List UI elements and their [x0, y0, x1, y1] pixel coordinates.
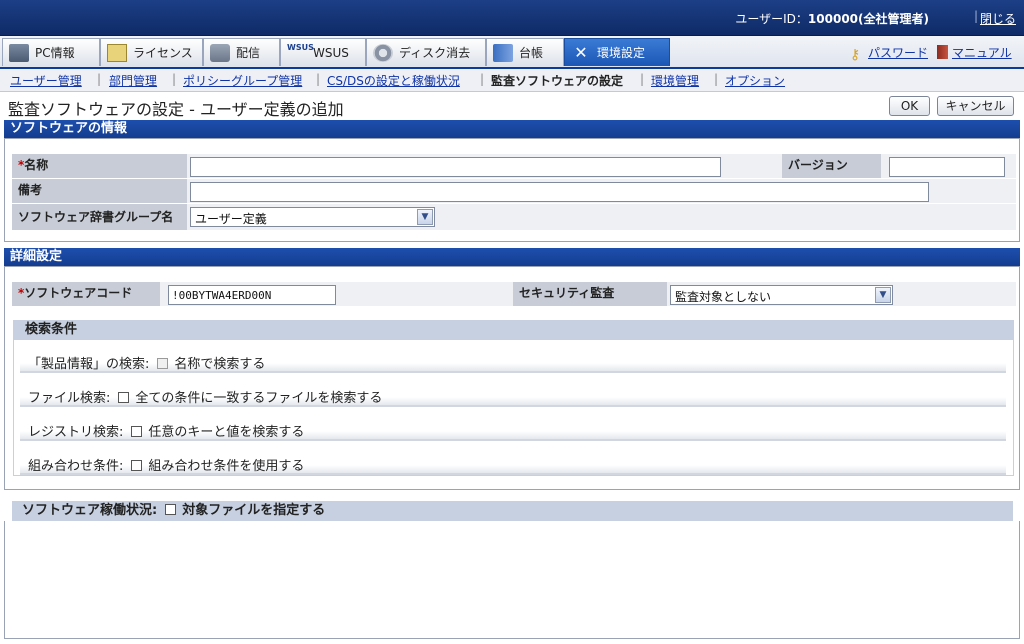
software-code-label: *ソフトウェアコード: [12, 282, 160, 306]
tools-icon: ✕: [574, 42, 588, 62]
file-search-row: ファイル検索: 全ての条件に一致するファイルを検索する: [20, 385, 1006, 407]
tab-label: 環境設定: [597, 46, 646, 60]
tab-label: ライセンス: [133, 46, 193, 60]
version-label: バージョン: [782, 154, 881, 178]
subnav-divider: |: [480, 72, 485, 86]
tab-license[interactable]: ライセンス: [100, 38, 203, 66]
software-code-label-text: ソフトウェアコード: [24, 286, 133, 300]
search-conditions-heading: 検索条件: [13, 320, 1014, 340]
software-info-panel: *名称 バージョン 備考 ソフトウェア辞書グループ名 ユーザー定義 ▼: [4, 138, 1020, 242]
title-row: 監査ソフトウェアの設定 - ユーザー定義の追加 OK キャンセル: [0, 92, 1024, 119]
subnav-divider: |: [316, 72, 321, 86]
manual-link-label: マニュアル: [952, 46, 1012, 60]
software-operation-row: ソフトウェア稼働状況: 対象ファイルを指定する: [12, 501, 1013, 521]
ledger-icon: [493, 43, 513, 62]
tab-label: ディスク消去: [399, 46, 471, 60]
chevron-down-icon: ▼: [417, 209, 433, 225]
product-info-search-label: 「製品情報」の検索:: [28, 357, 150, 372]
security-audit-label: セキュリティ監査: [513, 282, 667, 306]
subnav-policy-group-management[interactable]: ポリシーグループ管理: [183, 72, 302, 89]
wsus-icon: WSUS: [287, 42, 314, 52]
tab-pc-info[interactable]: PC情報: [2, 38, 100, 66]
manual-link[interactable]: マニュアル: [937, 44, 1012, 61]
security-audit-select[interactable]: 監査対象としない ▼: [670, 285, 893, 305]
version-input[interactable]: [889, 157, 1005, 177]
tab-disk-erase[interactable]: ディスク消去: [366, 38, 486, 66]
password-link[interactable]: ⚷ パスワード: [850, 44, 929, 63]
cancel-button[interactable]: キャンセル: [937, 96, 1014, 116]
subnav-options[interactable]: オプション: [725, 72, 785, 89]
key-icon: ⚷: [850, 47, 861, 63]
distribution-icon: [210, 43, 230, 62]
tab-wsus[interactable]: WSUS WSUS: [280, 38, 366, 66]
product-info-search-row: 「製品情報」の検索: 名称で検索する: [20, 351, 1006, 373]
tab-label: WSUS: [313, 45, 349, 60]
subnav-cs-ds-settings[interactable]: CS/DSの設定と稼働状況: [327, 72, 460, 89]
tab-label: PC情報: [35, 46, 75, 60]
subnav-user-management[interactable]: ユーザー管理: [10, 72, 82, 89]
security-audit-value: 監査対象としない: [675, 290, 772, 304]
content-bottom-area: [4, 521, 1020, 639]
registry-search-row: レジストリ検索: 任意のキーと値を検索する: [20, 419, 1006, 441]
dictionary-group-label: ソフトウェア辞書グループ名: [12, 204, 187, 230]
user-id-value: 100000(全社管理者): [807, 12, 929, 26]
tab-distribution[interactable]: 配信: [203, 38, 280, 66]
software-code-input[interactable]: [168, 285, 336, 305]
chevron-down-icon: ▼: [875, 287, 891, 303]
remarks-input[interactable]: [190, 182, 929, 202]
combination-condition-checkbox[interactable]: [131, 460, 143, 471]
ok-button[interactable]: OK: [889, 96, 930, 116]
manual-icon: [937, 45, 948, 59]
subnav-divider: |: [640, 72, 645, 86]
software-operation-checkbox[interactable]: [165, 504, 177, 515]
file-search-option: 全ての条件に一致するファイルを検索する: [135, 391, 383, 406]
page-title: 監査ソフトウェアの設定 - ユーザー定義の追加: [8, 100, 344, 119]
registry-search-checkbox[interactable]: [131, 426, 143, 437]
disk-erase-icon: [373, 43, 393, 62]
combination-condition-row: 組み合わせ条件: 組み合わせ条件を使用する: [20, 453, 1006, 475]
file-search-label: ファイル検索:: [28, 391, 111, 406]
main-tab-bar: PC情報 ライセンス 配信 WSUS WSUS ディスク消去 台帳 ✕ 環境設定…: [0, 36, 1024, 69]
header-separator: |: [973, 9, 978, 23]
tab-label: 台帳: [519, 46, 544, 60]
product-info-search-option: 名称で検索する: [174, 357, 266, 372]
file-search-checkbox[interactable]: [118, 392, 130, 403]
tab-ledger[interactable]: 台帳: [486, 38, 564, 66]
subnav-audit-software-settings: 監査ソフトウェアの設定: [491, 74, 624, 88]
subnav-department-management[interactable]: 部門管理: [109, 72, 157, 89]
detail-settings-heading: 詳細設定: [4, 248, 1020, 266]
software-operation-label: ソフトウェア稼働状況:: [22, 503, 158, 518]
top-bar: ユーザーID：100000(全社管理者) | 閉じる: [0, 0, 1024, 36]
user-id-label: ユーザーID：: [735, 12, 808, 26]
combination-condition-option: 組み合わせ条件を使用する: [148, 459, 305, 474]
product-info-search-checkbox[interactable]: [157, 358, 169, 369]
software-operation-option: 対象ファイルを指定する: [182, 503, 326, 518]
dictionary-group-value: ユーザー定義: [195, 212, 267, 226]
dictionary-group-select[interactable]: ユーザー定義 ▼: [190, 207, 435, 227]
name-label: *名称: [12, 154, 187, 178]
subnav-divider: |: [172, 72, 177, 86]
subnav-divider: |: [714, 72, 719, 86]
pc-icon: [9, 43, 29, 62]
tab-environment-settings[interactable]: ✕ 環境設定: [564, 38, 670, 66]
tab-label: 配信: [236, 46, 261, 60]
subnav-environment-management[interactable]: 環境管理: [651, 72, 699, 89]
software-info-heading: ソフトウェアの情報: [4, 120, 1020, 138]
password-link-label: パスワード: [868, 46, 929, 60]
license-icon: [107, 43, 127, 62]
sub-navigation: ユーザー管理 | 部門管理 | ポリシーグループ管理 | CS/DSの設定と稼働…: [0, 69, 1024, 92]
registry-search-option: 任意のキーと値を検索する: [148, 425, 305, 440]
user-info: ユーザーID：100000(全社管理者): [735, 10, 929, 27]
subnav-divider: |: [97, 72, 102, 86]
name-input[interactable]: [190, 157, 721, 177]
remarks-label: 備考: [12, 179, 187, 203]
detail-settings-panel: *ソフトウェアコード セキュリティ監査 監査対象としない ▼ 検索条件 「製品情…: [4, 266, 1020, 490]
combination-condition-label: 組み合わせ条件:: [28, 459, 124, 474]
name-label-text: 名称: [24, 158, 49, 172]
registry-search-label: レジストリ検索:: [28, 425, 124, 440]
close-link[interactable]: 閉じる: [980, 10, 1016, 27]
